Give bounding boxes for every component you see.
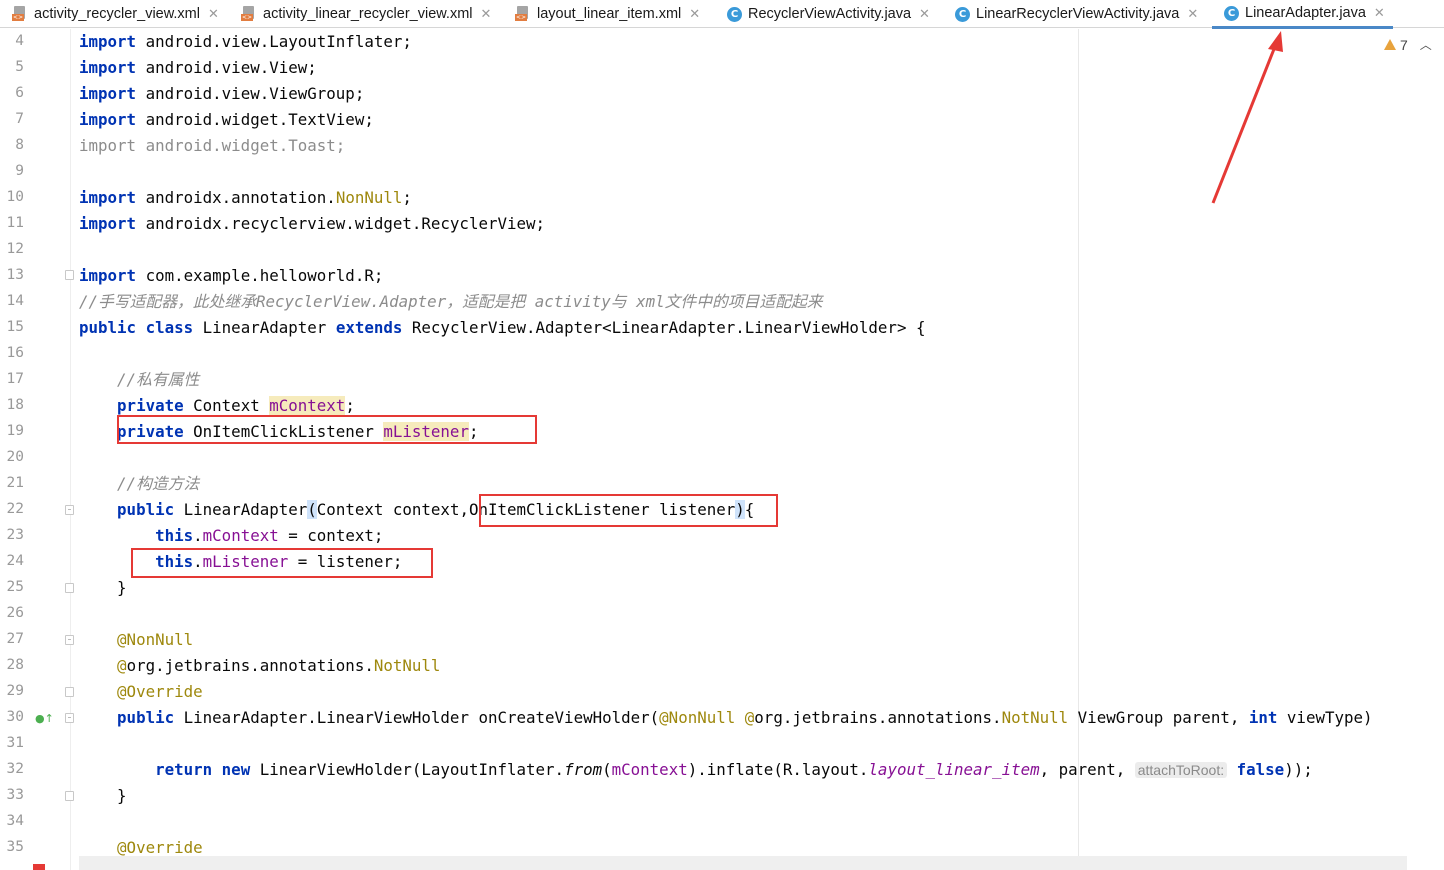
annotation-arrow xyxy=(1211,31,1283,204)
chevron-up-icon[interactable]: ︿ xyxy=(1420,36,1432,53)
error-marker xyxy=(33,864,45,870)
warning-count: 7 xyxy=(1400,36,1408,53)
inspection-widget[interactable]: 7 ︿ xyxy=(1384,36,1432,53)
horizontal-scrollbar[interactable] xyxy=(79,856,1407,870)
warning-icon xyxy=(1384,39,1396,50)
